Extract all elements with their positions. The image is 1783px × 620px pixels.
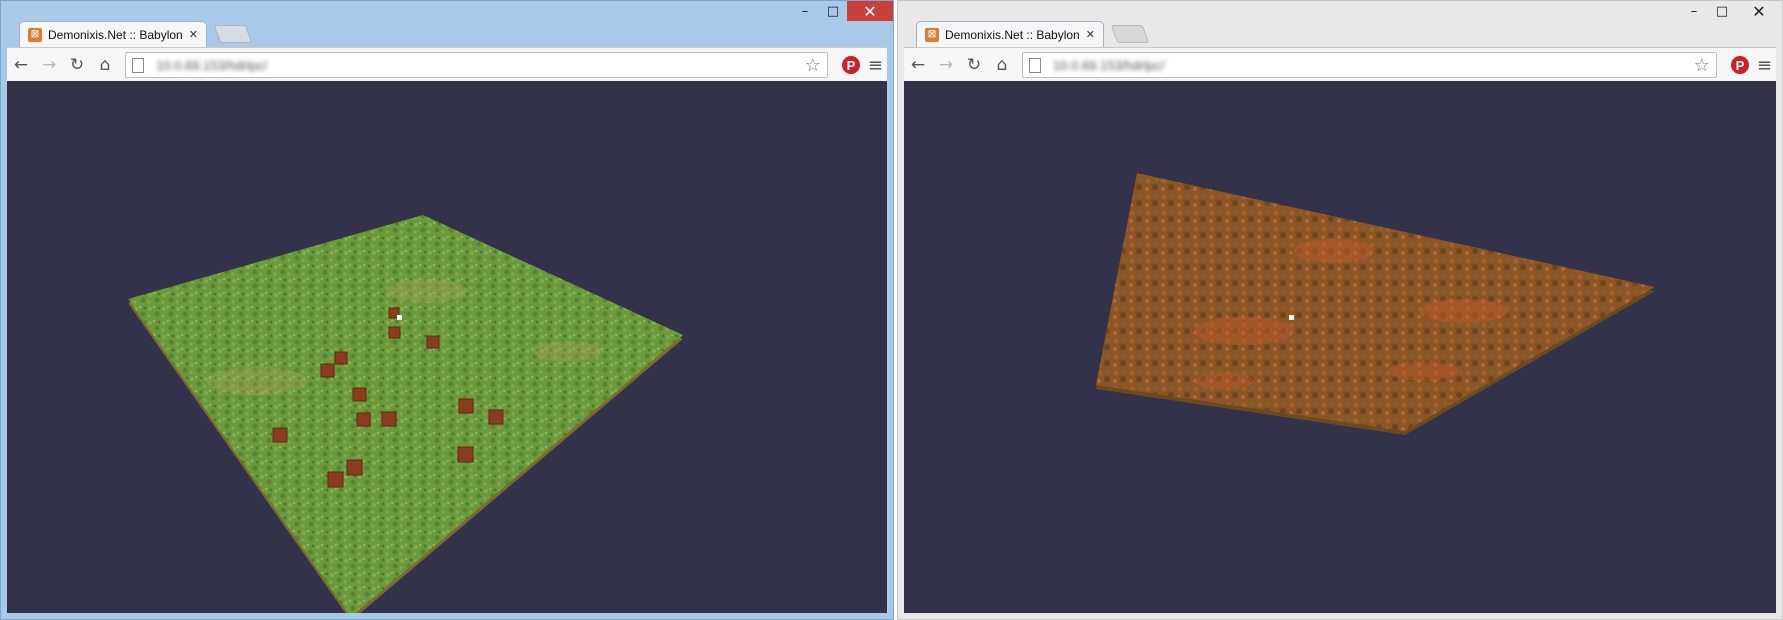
browser-toolbar: ← → ↻ ⌂ 10.0.69.153/hdrlpc/ ☆ P ≡ — [904, 47, 1776, 82]
address-bar[interactable]: 10.0.69.153/hdrlpc/ ☆ — [1022, 52, 1717, 78]
home-icon[interactable]: ⌂ — [988, 51, 1016, 79]
back-arrow-icon[interactable]: ← — [904, 51, 932, 79]
star-icon[interactable]: ☆ — [805, 55, 821, 76]
hamburger-menu-icon[interactable]: ≡ — [868, 55, 883, 76]
reload-icon[interactable]: ↻ — [960, 51, 988, 79]
tab-title: Demonixis.Net :: Babylon.j — [945, 27, 1080, 42]
new-tab-button[interactable] — [1110, 25, 1150, 43]
dirt-plane — [1096, 173, 1655, 431]
maximize-button[interactable]: □ — [819, 1, 847, 21]
window-caption-buttons: – □ ✕ — [791, 1, 893, 25]
back-arrow-icon[interactable]: ← — [7, 51, 35, 79]
crosshair-icon — [397, 315, 402, 320]
close-window-button[interactable]: ✕ — [847, 1, 893, 21]
dirt-scene — [1096, 173, 1655, 435]
webgl-canvas[interactable] — [7, 81, 887, 613]
reload-icon[interactable]: ↻ — [63, 51, 91, 79]
new-tab-button[interactable] — [213, 25, 253, 43]
crosshair-icon — [1289, 315, 1294, 320]
browser-tab[interactable]: ☒ Demonixis.Net :: Babylon.j ✕ — [916, 21, 1104, 47]
url-text: 10.0.69.153/hdrlpc/ — [1053, 57, 1165, 73]
tab-strip: ☒ Demonixis.Net :: Babylon.j ✕ — [916, 21, 1150, 47]
grass-scene — [128, 215, 683, 613]
favicon-icon: ☒ — [925, 27, 939, 42]
minimize-button[interactable]: – — [1680, 1, 1708, 21]
webgl-canvas[interactable] — [904, 81, 1776, 613]
browser-tab[interactable]: ☒ Demonixis.Net :: Babylon.j ✕ — [19, 21, 207, 47]
address-bar[interactable]: 10.0.69.153/hdrlpc/ ☆ — [125, 52, 828, 78]
maximize-button[interactable]: □ — [1708, 1, 1736, 21]
browser-toolbar: ← → ↻ ⌂ 10.0.69.153/hdrlpc/ ☆ P ≡ — [7, 47, 887, 82]
tab-close-icon[interactable]: ✕ — [189, 28, 198, 41]
star-icon[interactable]: ☆ — [1694, 55, 1710, 76]
tab-title: Demonixis.Net :: Babylon.j — [48, 27, 183, 42]
url-text: 10.0.69.153/hdrlpc/ — [156, 57, 268, 73]
forward-arrow-icon[interactable]: → — [35, 51, 63, 79]
browser-window-right: – □ ✕ ☒ Demonixis.Net :: Babylon.j ✕ ← →… — [897, 0, 1783, 620]
hamburger-menu-icon[interactable]: ≡ — [1757, 55, 1772, 76]
favicon-icon: ☒ — [28, 27, 42, 42]
page-icon — [132, 57, 144, 73]
tab-close-icon[interactable]: ✕ — [1086, 28, 1095, 41]
page-icon — [1029, 57, 1041, 73]
minimize-button[interactable]: – — [791, 1, 819, 21]
home-icon[interactable]: ⌂ — [91, 51, 119, 79]
close-window-button[interactable]: ✕ — [1736, 1, 1782, 21]
pinterest-icon[interactable]: P — [841, 56, 860, 74]
browser-window-left: – □ ✕ ☒ Demonixis.Net :: Babylon.j ✕ ← →… — [0, 0, 894, 620]
window-caption-buttons: – □ ✕ — [1680, 1, 1782, 25]
grass-plane — [128, 215, 683, 613]
tab-strip: ☒ Demonixis.Net :: Babylon.j ✕ — [19, 21, 253, 47]
forward-arrow-icon[interactable]: → — [932, 51, 960, 79]
pinterest-icon[interactable]: P — [1730, 56, 1749, 74]
